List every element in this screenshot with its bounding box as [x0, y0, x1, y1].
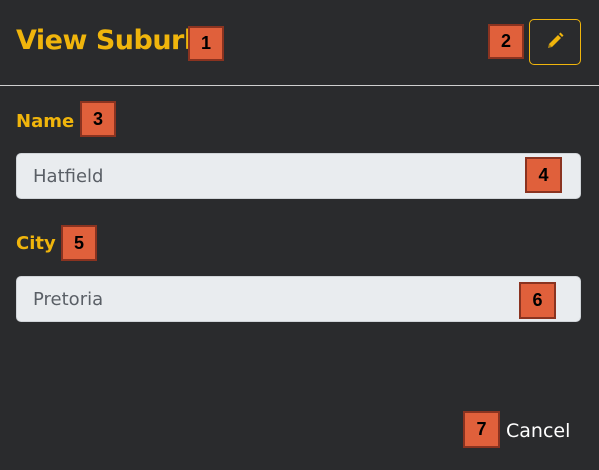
marker-1: 1: [188, 26, 224, 61]
marker-5: 5: [61, 225, 97, 261]
pencil-icon: [545, 31, 565, 54]
modal-header: View Suburb 1 2: [0, 0, 599, 86]
page-title: View Suburb: [16, 25, 203, 56]
marker-2: 2: [488, 24, 524, 59]
name-field-value: Hatfield: [33, 165, 104, 187]
marker-4: 4: [525, 157, 562, 193]
city-field[interactable]: Pretoria: [16, 276, 581, 322]
city-label: City: [16, 233, 56, 254]
cancel-button[interactable]: Cancel: [506, 420, 570, 442]
name-label: Name: [16, 111, 75, 132]
marker-3: 3: [80, 101, 116, 137]
marker-6: 6: [519, 282, 556, 319]
edit-button[interactable]: [529, 19, 581, 65]
city-field-value: Pretoria: [33, 288, 104, 310]
marker-7: 7: [463, 411, 500, 448]
name-field[interactable]: Hatfield: [16, 153, 581, 199]
